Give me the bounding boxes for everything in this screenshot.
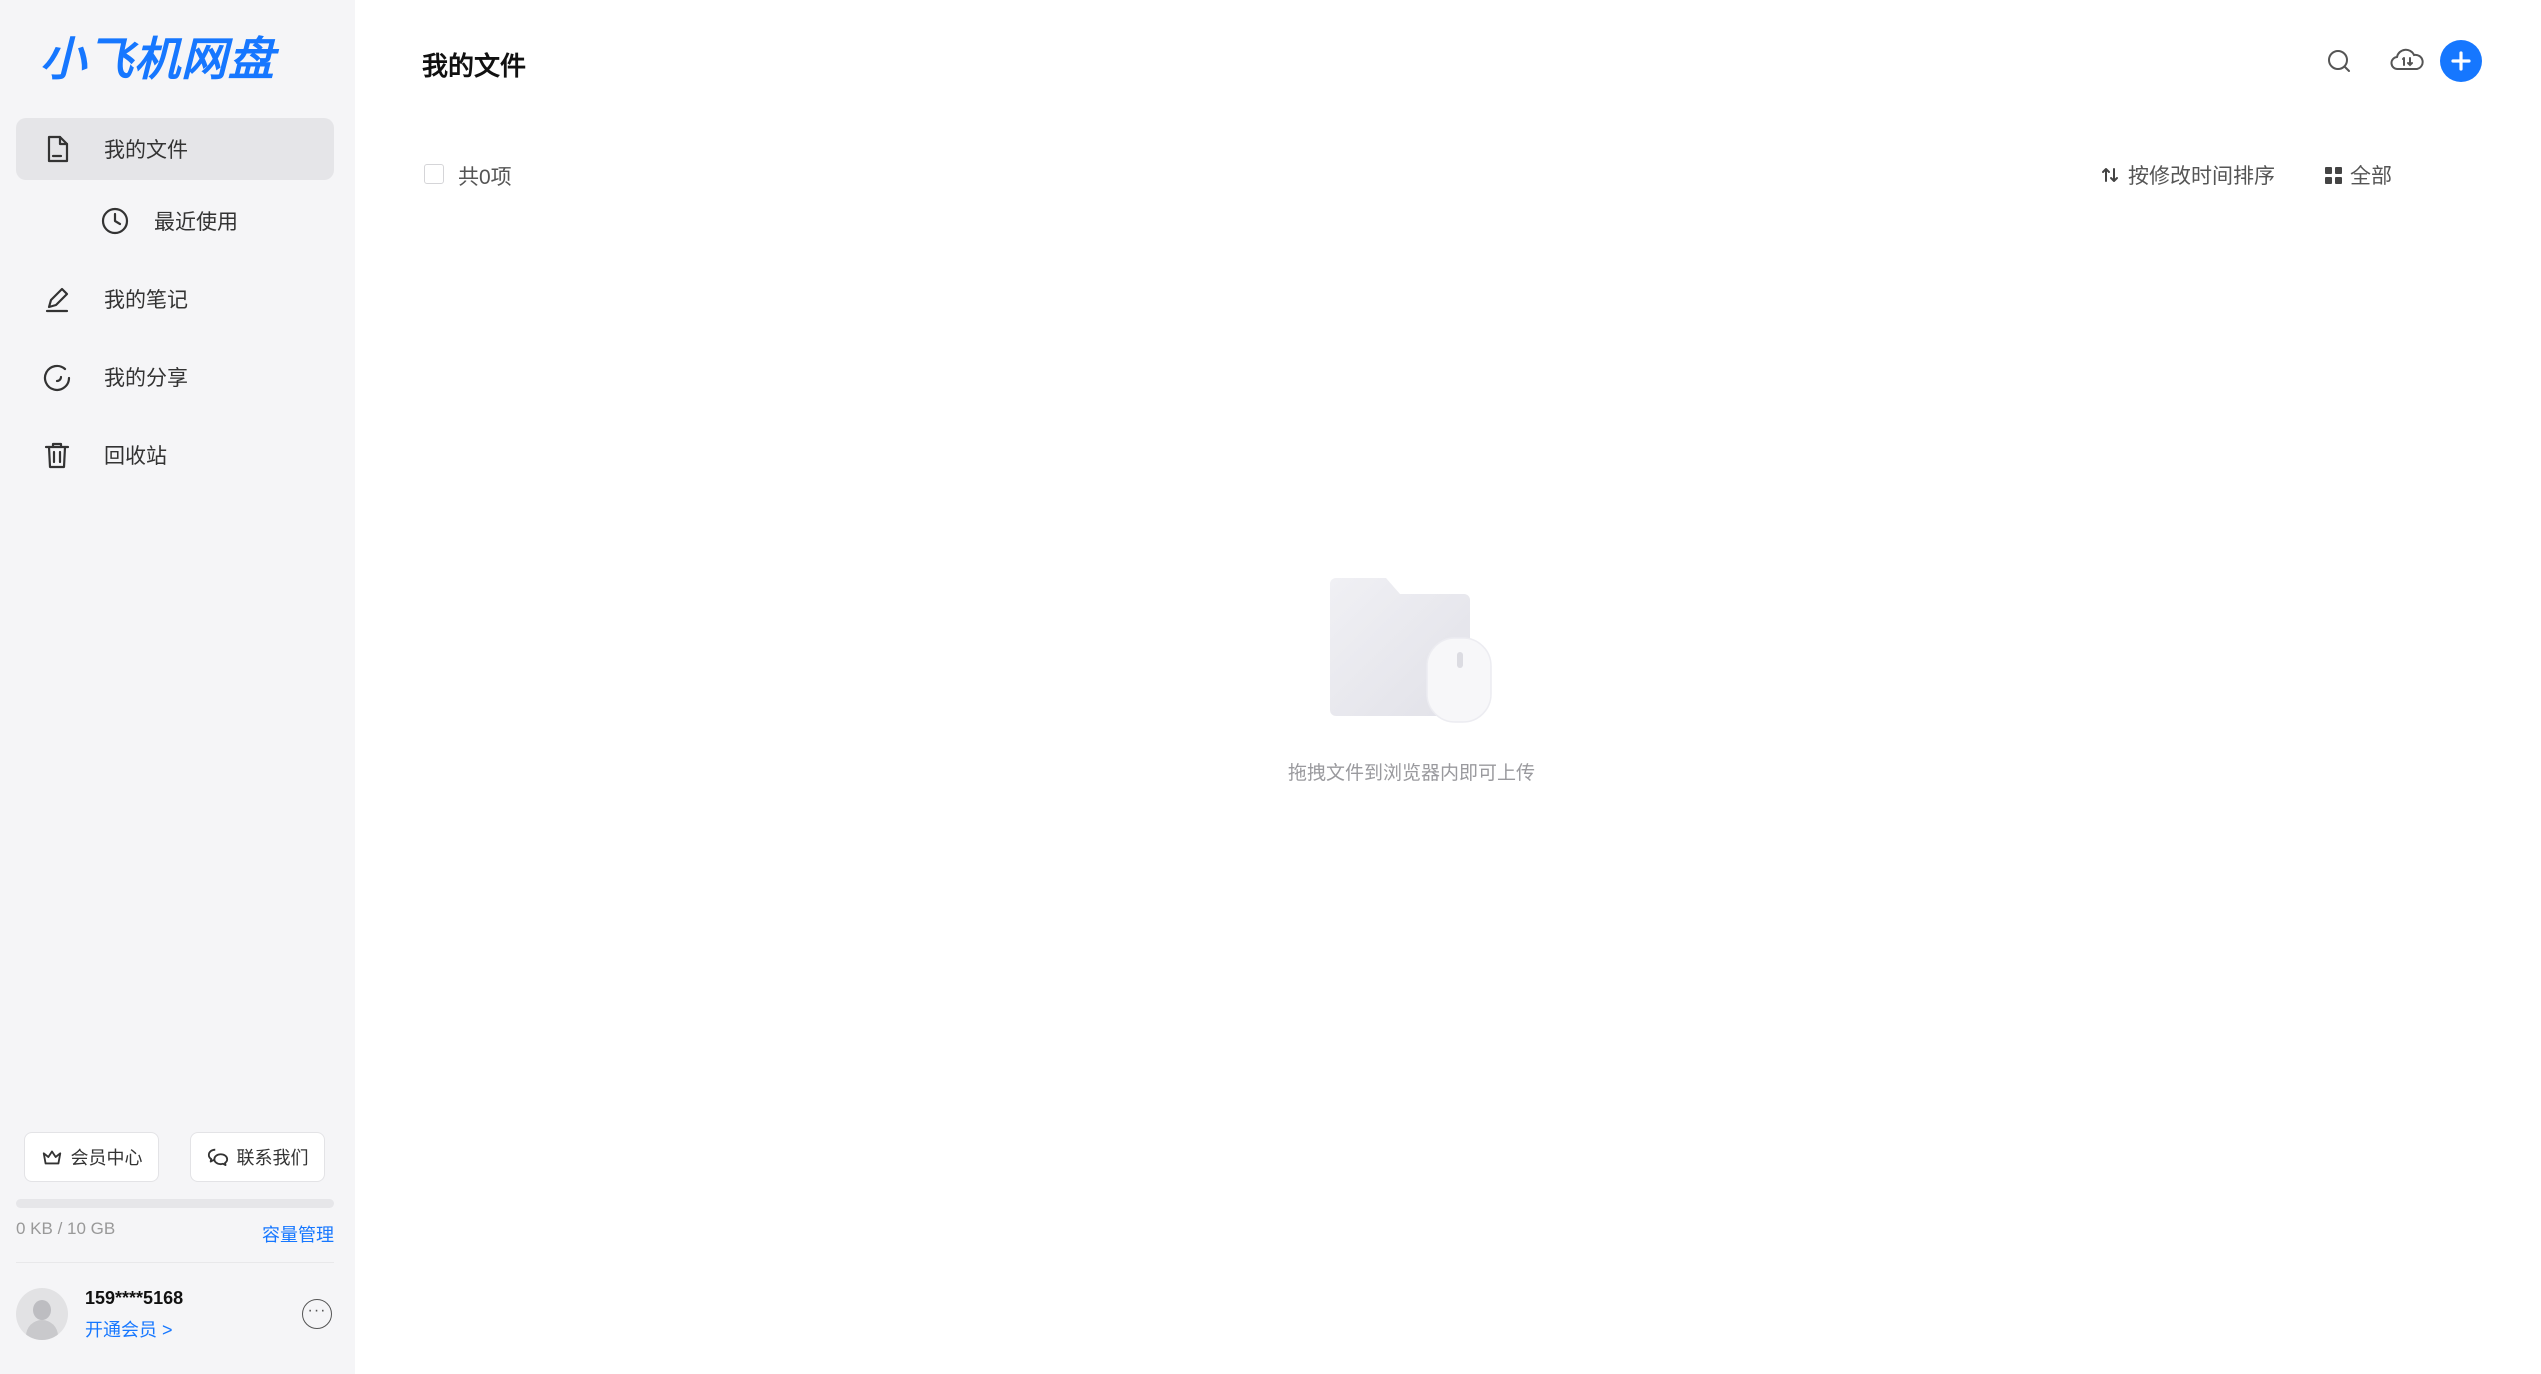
user-phone: 159****5168 xyxy=(85,1288,184,1308)
cloud-sync-button[interactable] xyxy=(2387,44,2427,78)
sidebar-item-recent[interactable]: 最近使用 xyxy=(16,190,334,252)
sidebar-item-my-files[interactable]: 我的文件 xyxy=(16,118,334,180)
item-count: 共0项 xyxy=(458,166,512,189)
vip-center-button[interactable]: 会员中心 xyxy=(24,1132,159,1182)
sidebar-divider xyxy=(16,1262,334,1263)
storage-usage-text: 0 KB / 10 GB xyxy=(16,1219,116,1238)
sidebar-item-label: 我的文件 xyxy=(104,139,188,162)
trash-icon xyxy=(40,438,74,472)
more-options-button[interactable]: ··· xyxy=(302,1299,332,1329)
sort-icon xyxy=(2102,168,2118,182)
clock-icon xyxy=(98,204,132,238)
app-root: 小飞机网盘 我的文件 最近使用 我的笔记 我的分享 回收站 会员中心 联系我们 … xyxy=(0,0,2541,1374)
wechat-icon xyxy=(207,1148,228,1166)
page-title: 我的文件 xyxy=(422,51,527,81)
sidebar-item-label: 我的笔记 xyxy=(104,289,188,312)
avatar[interactable] xyxy=(16,1288,68,1340)
file-icon xyxy=(40,132,74,166)
cloud-sync-icon xyxy=(2390,48,2424,70)
view-filter-label: 全部 xyxy=(2350,165,2392,188)
more-icon: ··· xyxy=(307,1302,327,1319)
sidebar-item-label: 最近使用 xyxy=(154,211,238,234)
search-icon xyxy=(2328,50,2350,72)
vip-center-label: 会员中心 xyxy=(70,1148,143,1168)
open-vip-link[interactable]: 开通会员 > xyxy=(85,1316,173,1342)
empty-folder-illustration xyxy=(1330,578,1492,723)
sidebar-item-trash[interactable]: 回收站 xyxy=(16,424,334,486)
crown-icon xyxy=(42,1150,61,1165)
storage-progress-bar xyxy=(16,1199,334,1208)
app-logo[interactable]: 小飞机网盘 xyxy=(40,30,275,86)
sidebar-item-share[interactable]: 我的分享 xyxy=(16,346,334,408)
grid-icon xyxy=(2325,166,2342,184)
add-button[interactable] xyxy=(2440,40,2482,82)
sidebar-item-label: 回收站 xyxy=(104,445,167,468)
contact-us-button[interactable]: 联系我们 xyxy=(190,1132,325,1182)
view-filter-button[interactable]: 全部 xyxy=(2325,160,2392,190)
sidebar: 小飞机网盘 我的文件 最近使用 我的笔记 我的分享 回收站 会员中心 联系我们 … xyxy=(0,0,355,1374)
search-button[interactable] xyxy=(2322,44,2356,78)
sidebar-item-notes[interactable]: 我的笔记 xyxy=(16,268,334,330)
select-all-checkbox[interactable] xyxy=(424,164,444,184)
sidebar-item-label: 我的分享 xyxy=(104,367,188,390)
empty-state-hint: 拖拽文件到浏览器内即可上传 xyxy=(1288,763,1536,784)
contact-us-label: 联系我们 xyxy=(236,1148,309,1168)
sort-button[interactable]: 按修改时间排序 xyxy=(2100,160,2275,190)
plus-icon xyxy=(2451,51,2471,71)
storage-manage-link[interactable]: 容量管理 xyxy=(262,1221,334,1247)
pencil-icon xyxy=(40,282,74,316)
share-icon xyxy=(40,360,74,394)
sort-label: 按修改时间排序 xyxy=(2128,165,2275,188)
